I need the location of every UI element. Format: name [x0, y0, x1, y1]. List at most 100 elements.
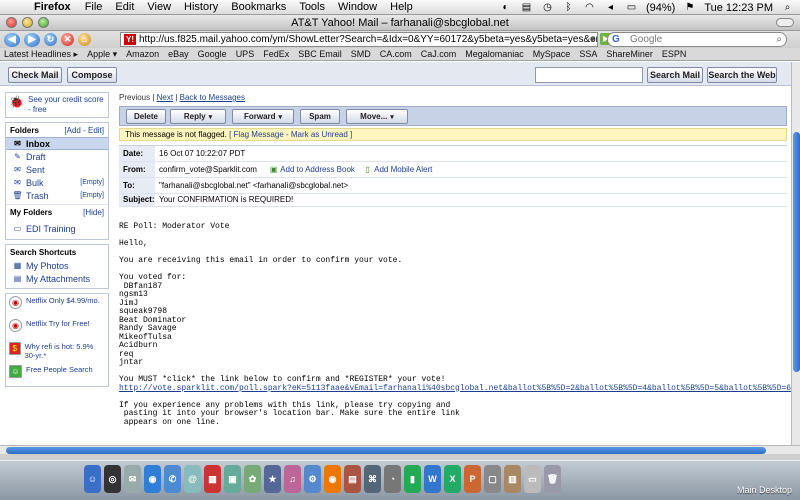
compose-button[interactable]: Compose: [67, 67, 117, 83]
excel-icon[interactable]: X: [444, 465, 461, 493]
url-bar[interactable]: Y! http://us.f825.mail.yahoo.com/ym/Show…: [120, 32, 598, 47]
back-icon[interactable]: ◀: [4, 32, 20, 47]
vertical-scrollbar[interactable]: [791, 62, 800, 445]
close-window-button[interactable]: [6, 17, 17, 28]
terminal-icon[interactable]: ▮: [404, 465, 421, 493]
bookmark-smd[interactable]: SMD: [351, 49, 371, 59]
folder-inbox[interactable]: ✉ Inbox: [6, 137, 108, 150]
flag-message-link[interactable]: [ Flag Message - Mark as Unread ]: [229, 130, 352, 139]
search-icon[interactable]: ⌕: [776, 33, 782, 46]
forward-icon[interactable]: ▶: [24, 32, 40, 47]
battery-icon[interactable]: ▭: [625, 2, 638, 13]
bookmark-myspace[interactable]: MySpace: [533, 49, 571, 59]
toolbar-toggle-button[interactable]: [776, 18, 794, 27]
google-icon[interactable]: G: [612, 33, 620, 46]
menu-view[interactable]: View: [147, 1, 171, 13]
bookmark-google[interactable]: Google: [198, 49, 227, 59]
bookmark-ups[interactable]: UPS: [236, 49, 255, 59]
add-to-address-book-link[interactable]: ▣ Add to Address Book: [269, 165, 355, 174]
shortcut-my-attachments[interactable]: ▤ My Attachments: [6, 272, 108, 285]
next-link[interactable]: Next: [157, 93, 173, 102]
safari-icon[interactable]: ◉: [144, 465, 161, 493]
empty-bulk-link[interactable]: [Empty]: [80, 179, 104, 186]
powerpoint-icon[interactable]: P: [464, 465, 481, 493]
search-engine-box[interactable]: G Google ⌕: [607, 32, 787, 47]
address-book-icon[interactable]: @: [184, 465, 201, 493]
preview-icon[interactable]: ▣: [224, 465, 241, 493]
bookmark-megalomaniac[interactable]: Megalomaniac: [465, 49, 524, 59]
reply-button[interactable]: Reply ▾: [170, 109, 226, 124]
menu-tools[interactable]: Tools: [299, 1, 325, 13]
menu-bookmarks[interactable]: Bookmarks: [231, 1, 286, 13]
ichat-icon[interactable]: ✆: [164, 465, 181, 493]
credit-score-link[interactable]: 🐞 See your credit score - free: [6, 93, 108, 117]
menu-help[interactable]: Help: [390, 1, 413, 13]
ical-icon[interactable]: ▦: [204, 465, 221, 493]
wifi-icon[interactable]: ◠: [583, 2, 596, 13]
search-mail-input[interactable]: [535, 67, 643, 83]
system-preferences-icon[interactable]: ⚙: [304, 465, 321, 493]
horizontal-scrollbar[interactable]: [0, 445, 800, 454]
server-icon[interactable]: ▤: [344, 465, 361, 493]
menu-window[interactable]: Window: [338, 1, 377, 13]
bookmark-ebay[interactable]: eBay: [168, 49, 189, 59]
shortcut-my-photos[interactable]: ▦ My Photos: [6, 259, 108, 272]
previous-link[interactable]: Previous: [119, 93, 150, 102]
bookmark-apple[interactable]: Apple ▾: [87, 49, 117, 60]
from-address[interactable]: confirm_vote@Sparklit.com: [159, 165, 257, 174]
bookmark-ca-com[interactable]: CA.com: [380, 49, 412, 59]
horizontal-scroll-thumb[interactable]: [6, 447, 766, 454]
home-icon[interactable]: ⌂: [78, 33, 91, 46]
confirm-vote-link[interactable]: http://vote.sparklit.com/poll.spark?eK=5…: [119, 384, 791, 393]
menubar-clock[interactable]: Tue 12:23 PM: [704, 2, 773, 14]
volume-icon[interactable]: ◂: [604, 2, 617, 13]
spam-button[interactable]: Spam: [300, 109, 340, 124]
sync-icon[interactable]: ◐: [499, 2, 512, 13]
timer-icon[interactable]: ◔: [384, 465, 401, 493]
menu-edit[interactable]: Edit: [115, 1, 134, 13]
ad-netflix-2[interactable]: ◉ Netflix Try for Free!: [6, 317, 108, 340]
menu-history[interactable]: History: [184, 1, 218, 13]
add-mobile-alert-link[interactable]: ▯ Add Mobile Alert: [363, 165, 432, 174]
trash-icon[interactable]: 🗑: [544, 465, 561, 493]
delete-button[interactable]: Delete: [126, 109, 166, 124]
ad-people-search[interactable]: ☺ Free People Search: [6, 363, 108, 386]
finder-icon[interactable]: ☺: [84, 465, 101, 493]
stop-icon[interactable]: ✕: [61, 33, 74, 46]
zoom-window-button[interactable]: [38, 17, 49, 28]
empty-trash-link[interactable]: [Empty]: [80, 192, 104, 199]
spotlight-icon[interactable]: ⌕: [781, 2, 794, 13]
folder-trash[interactable]: 🗑 Trash [Empty]: [6, 189, 108, 202]
ad-netflix-1[interactable]: ◉ Netflix Only $4.99/mo.: [6, 294, 108, 317]
folder-bulk[interactable]: ✉ Bulk [Empty]: [6, 176, 108, 189]
bookmark-ssa[interactable]: SSA: [579, 49, 597, 59]
timemachine-icon[interactable]: ◷: [541, 2, 554, 13]
iphoto-icon[interactable]: ✿: [244, 465, 261, 493]
app-menu-firefox[interactable]: Firefox: [34, 1, 71, 13]
check-mail-button[interactable]: Check Mail: [8, 67, 62, 83]
search-web-button[interactable]: Search the Web: [707, 67, 777, 83]
menu-file[interactable]: File: [85, 1, 103, 13]
firefox-icon[interactable]: ◉: [324, 465, 341, 493]
move-button[interactable]: Move... ▾: [346, 109, 408, 124]
network-icon[interactable]: ▤: [520, 2, 533, 13]
itunes-icon[interactable]: ♫: [284, 465, 301, 493]
back-to-messages-link[interactable]: Back to Messages: [180, 93, 245, 102]
reload-icon[interactable]: ↻: [44, 33, 57, 46]
folder-sent[interactable]: ✉ Sent: [6, 163, 108, 176]
bluetooth-icon[interactable]: ᛒ: [562, 2, 575, 13]
mail-icon[interactable]: ✉: [124, 465, 141, 493]
my-folders-hide-link[interactable]: [Hide]: [83, 208, 104, 217]
folders-add-edit-link[interactable]: [Add - Edit]: [64, 126, 104, 135]
ad-refi[interactable]: $ Why refi is hot: 5.9% 30-yr.*: [6, 340, 108, 363]
url-dropdown-icon[interactable]: ▾: [590, 33, 595, 46]
folder-draft[interactable]: ✎ Draft: [6, 150, 108, 163]
folder-icon[interactable]: ▭: [524, 465, 541, 493]
bookmark-fedex[interactable]: FedEx: [263, 49, 289, 59]
bookmark-shareminer[interactable]: ShareMiner: [606, 49, 653, 59]
bookmark-amazon[interactable]: Amazon: [126, 49, 159, 59]
bookmark-caj-com[interactable]: CaJ.com: [421, 49, 457, 59]
bookmark-sbc-email[interactable]: SBC Email: [298, 49, 342, 59]
document-icon[interactable]: ▢: [484, 465, 501, 493]
search-mail-button[interactable]: Search Mail: [647, 67, 703, 83]
